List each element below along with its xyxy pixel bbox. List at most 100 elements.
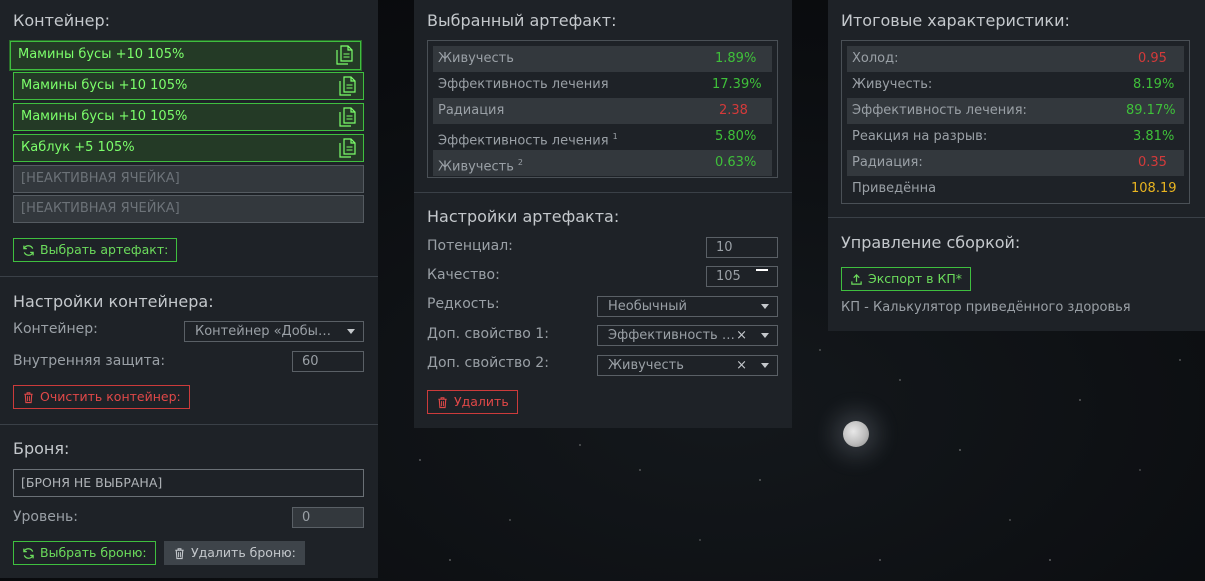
stat-value: 0.63%	[715, 155, 757, 170]
container-slot-1[interactable]: Мамины бусы +10 105%	[10, 41, 361, 70]
upload-icon	[851, 273, 862, 285]
selected-artifact-title: Выбранный артефакт:	[427, 11, 617, 30]
internal-protection-input[interactable]: 60	[292, 351, 364, 372]
inactive-slot: [НЕАКТИВНАЯ ЯЧЕЙКА]	[13, 165, 364, 193]
rarity-select[interactable]: Необычный	[597, 296, 778, 317]
prop1-select[interactable]: Эффективность ле... ×	[597, 325, 778, 346]
stat-row: Радиация 2.38	[433, 98, 772, 124]
stat-name: Радиация:	[852, 155, 923, 170]
button-label: Экспорт в КП*	[868, 271, 963, 286]
stat-name: Живучесть:	[852, 77, 933, 92]
stat-name: Эффективность лечения:	[852, 103, 1027, 118]
delete-armor-button[interactable]: Удалить броню:	[164, 541, 305, 565]
artifact-settings-title: Настройки артефакта:	[427, 207, 620, 226]
stat-value: 89.17%	[1126, 103, 1176, 118]
copy-document-icon[interactable]	[339, 76, 356, 96]
internal-protection-label: Внутренняя защита:	[13, 353, 166, 369]
stat-value: 5.80%	[715, 129, 757, 144]
rarity-value: Необычный	[608, 299, 687, 314]
prop2-label: Доп. свойство 2:	[427, 355, 549, 371]
level-input[interactable]: 0	[292, 507, 364, 528]
potential-input[interactable]: 10	[706, 237, 778, 258]
stat-value: 17.39%	[712, 77, 762, 92]
stat-row: Реакция на разрыв: 3.81%	[847, 124, 1184, 150]
prop1-value: Эффективность ле...	[608, 328, 738, 343]
trash-icon	[175, 547, 184, 559]
export-button[interactable]: Экспорт в КП*	[841, 267, 972, 291]
stat-row: Эффективность лечения 1 5.80%	[433, 124, 772, 150]
divider	[0, 276, 378, 277]
level-label: Уровень:	[13, 509, 78, 525]
rarity-label: Редкость:	[427, 296, 500, 312]
clear-icon[interactable]: ×	[736, 326, 747, 345]
stat-value: 108.19	[1131, 181, 1177, 196]
container-slot-2[interactable]: Мамины бусы +10 105%	[13, 72, 364, 100]
slot-label: Мамины бусы +10 105%	[18, 47, 185, 62]
choose-armor-button[interactable]: Выбрать броню:	[13, 541, 156, 565]
button-label: Выбрать броню:	[40, 545, 147, 560]
totals-panel: Итоговые характеристики: Холод: 0.95 Жив…	[828, 0, 1205, 331]
text-cursor	[756, 269, 768, 271]
stat-row: Живучесть 2 0.63%	[433, 150, 772, 176]
divider	[414, 192, 792, 193]
potential-label: Потенциал:	[427, 238, 513, 254]
chevron-down-icon	[761, 333, 769, 338]
chevron-down-icon	[761, 304, 769, 309]
button-label: Выбрать артефакт:	[40, 242, 169, 257]
slot-label: Каблук +5 105%	[21, 140, 135, 155]
delete-artifact-button[interactable]: Удалить	[427, 390, 518, 414]
button-label: Очистить контейнер:	[40, 389, 181, 404]
stat-value: 0.35	[1138, 155, 1167, 170]
stat-name: Приведённа	[852, 181, 937, 196]
armor-title: Броня:	[13, 439, 70, 458]
stat-value: 2.38	[719, 103, 748, 118]
export-caption: КП - Калькулятор приведённого здоровья	[841, 300, 1131, 315]
clear-container-button[interactable]: Очистить контейнер:	[13, 385, 190, 409]
moon-decoration	[843, 421, 869, 447]
stat-value: 8.19%	[1133, 77, 1175, 92]
stat-value: 0.95	[1138, 51, 1167, 66]
container-select[interactable]: Контейнер «Добытч...	[184, 321, 364, 342]
artifact-stats-box: Живучесть 1.89% Эффективность лечения 17…	[427, 40, 778, 178]
quality-input[interactable]: 105	[706, 266, 778, 287]
stat-name: Радиация	[438, 103, 505, 118]
quality-value: 105	[716, 269, 741, 284]
container-slot-3[interactable]: Мамины бусы +10 105%	[13, 103, 364, 131]
build-management-title: Управление сборкой:	[841, 233, 1021, 252]
prop1-label: Доп. свойство 1:	[427, 326, 549, 342]
stat-value: 1.89%	[715, 51, 757, 66]
container-settings-title: Настройки контейнера:	[13, 292, 214, 311]
stat-row: Живучесть: 8.19%	[847, 72, 1184, 98]
totals-title: Итоговые характеристики:	[841, 11, 1070, 30]
container-panel: Контейнер: Мамины бусы +10 105% Мамины б…	[0, 0, 378, 578]
quality-label: Качество:	[427, 267, 500, 283]
stat-row: Приведённа 108.19	[847, 176, 1184, 202]
container-label: Контейнер:	[13, 321, 98, 337]
choose-artifact-button[interactable]: Выбрать артефакт:	[13, 238, 178, 262]
stat-value: 3.81%	[1133, 129, 1175, 144]
container-slot-4[interactable]: Каблук +5 105%	[13, 134, 364, 162]
copy-document-icon[interactable]	[336, 45, 353, 65]
copy-document-icon[interactable]	[339, 138, 356, 158]
stat-name: Реакция на разрыв:	[852, 129, 988, 144]
artifact-panel: Выбранный артефакт: Живучесть 1.89% Эффе…	[414, 0, 792, 428]
inactive-slot: [НЕАКТИВНАЯ ЯЧЕЙКА]	[13, 195, 364, 223]
stat-row: Живучесть 1.89%	[433, 46, 772, 72]
button-label: Удалить броню:	[191, 545, 296, 560]
stat-name: Холод:	[852, 51, 899, 66]
copy-document-icon[interactable]	[339, 107, 356, 127]
stat-superscript: 1	[612, 132, 618, 141]
prop2-select[interactable]: Живучесть ×	[597, 355, 778, 376]
armor-display[interactable]: [БРОНЯ НЕ ВЫБРАНА]	[13, 469, 364, 497]
stat-row: Холод: 0.95	[847, 46, 1184, 72]
stat-row: Эффективность лечения 17.39%	[433, 72, 772, 98]
chevron-down-icon	[347, 329, 355, 334]
stat-row: Радиация: 0.35	[847, 150, 1184, 176]
refresh-icon	[23, 244, 34, 256]
clear-icon[interactable]: ×	[736, 356, 747, 375]
stat-name: Эффективность лечения	[438, 77, 609, 92]
stat-name: Эффективность лечения	[438, 133, 609, 149]
refresh-icon	[23, 547, 34, 559]
stat-row: Эффективность лечения: 89.17%	[847, 98, 1184, 124]
container-title: Контейнер:	[13, 11, 111, 30]
